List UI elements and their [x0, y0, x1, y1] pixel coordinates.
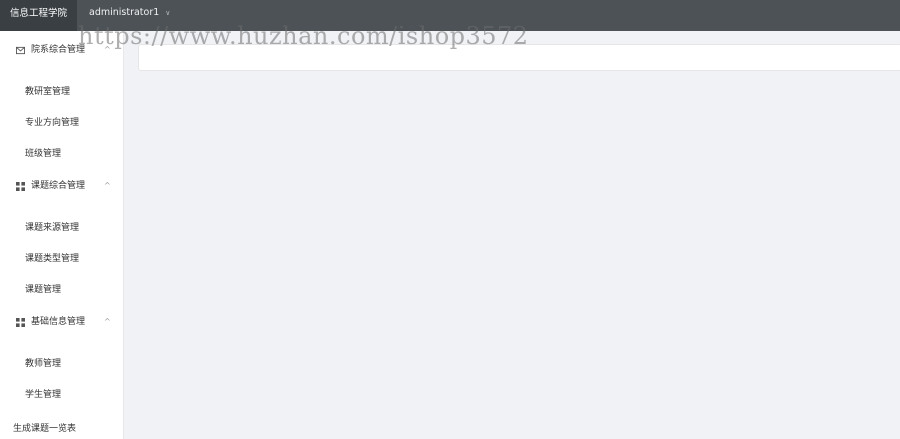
sidebar-item-topic-type[interactable]: 课题类型管理	[25, 251, 79, 267]
sidebar-item-major-direction[interactable]: 专业方向管理	[25, 115, 79, 131]
sidebar-item-topic-source[interactable]: 课题来源管理	[25, 220, 79, 236]
sidebar-group-department[interactable]: 院系综合管理 ^	[0, 40, 124, 60]
mail-icon	[16, 46, 25, 55]
grid-icon	[16, 182, 25, 191]
sidebar-item-student[interactable]: 学生管理	[25, 387, 61, 403]
sidebar-item-class[interactable]: 班级管理	[25, 146, 61, 162]
sidebar-item-teacher[interactable]: 教师管理	[25, 356, 61, 372]
sidebar-group-topic[interactable]: 课题综合管理 ^	[0, 176, 124, 196]
chevron-up-icon: ^	[104, 181, 111, 190]
user-menu[interactable]: administrator1 ∨	[89, 0, 170, 31]
main-content	[125, 31, 900, 439]
chevron-up-icon: ^	[104, 45, 111, 54]
chevron-up-icon: ^	[104, 317, 111, 326]
sidebar-item-topic-list[interactable]: 生成课题一览表	[13, 421, 76, 437]
brand-title[interactable]: 信息工程学院	[0, 0, 77, 31]
sidebar-group-basic-info[interactable]: 基础信息管理 ^	[0, 312, 124, 332]
content-card	[138, 44, 900, 71]
user-name: administrator1	[89, 7, 160, 18]
sidebar-group-label: 院系综合管理	[31, 45, 86, 55]
sidebar-item-topic[interactable]: 课题管理	[25, 282, 61, 298]
top-navbar: 信息工程学院 administrator1 ∨	[0, 0, 900, 31]
grid-icon	[16, 318, 25, 327]
sidebar: 院系综合管理 ^ 教研室管理 专业方向管理 班级管理 课题综合管理 ^ 课题来源…	[0, 31, 124, 439]
chevron-down-icon: ∨	[165, 9, 171, 17]
sidebar-item-teaching-office[interactable]: 教研室管理	[25, 84, 70, 100]
sidebar-group-label: 基础信息管理	[31, 317, 86, 327]
sidebar-group-label: 课题综合管理	[31, 181, 86, 191]
